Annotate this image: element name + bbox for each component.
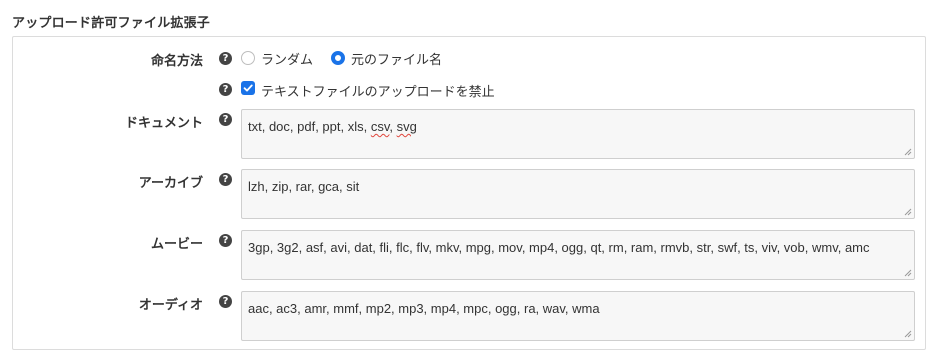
resize-grip-icon[interactable]: [904, 269, 912, 277]
help-icon[interactable]: ?: [219, 234, 232, 247]
movie-extensions-text: 3gp, 3g2, asf, avi, dat, fli, flc, flv, …: [248, 240, 870, 255]
text-ban-label[interactable]: テキストファイルのアップロードを禁止: [261, 81, 495, 100]
naming-label: 命名方法: [150, 53, 203, 68]
help-icon[interactable]: ?: [219, 173, 232, 186]
spellcheck-word: csv: [370, 119, 390, 134]
help-icon[interactable]: ?: [219, 113, 232, 126]
archive-extensions-textarea[interactable]: lzh, zip, rar, gca, sit: [241, 169, 915, 219]
naming-radio-group: ランダム 元のファイル名: [241, 49, 460, 67]
audio-extensions-text: aac, ac3, amr, mmf, mp2, mp3, mp4, mpc, …: [248, 301, 600, 316]
settings-panel: 命名方法 ? ランダム 元のファイル名 ? テキストファイルのアップロードを禁止…: [12, 36, 926, 350]
document-label: ドキュメント: [124, 115, 203, 130]
radio-random-label[interactable]: ランダム: [261, 49, 313, 68]
radio-random[interactable]: [241, 51, 255, 65]
audio-extensions-textarea[interactable]: aac, ac3, amr, mmf, mp2, mp3, mp4, mpc, …: [241, 291, 915, 341]
movie-label: ムービー: [150, 236, 203, 251]
text-ban-checkbox[interactable]: [241, 81, 255, 95]
audio-label: オーディオ: [138, 297, 203, 312]
section-title: アップロード許可ファイル拡張子: [12, 15, 211, 30]
help-icon[interactable]: ?: [219, 295, 232, 308]
help-icon[interactable]: ?: [219, 52, 232, 65]
radio-original-name-label[interactable]: 元のファイル名: [351, 49, 442, 68]
document-extensions-textarea[interactable]: txt, doc, pdf, ppt, xls, csv, svg: [241, 109, 915, 159]
spellcheck-word: svg: [396, 119, 417, 134]
radio-original-name[interactable]: [331, 51, 346, 65]
resize-grip-icon[interactable]: [904, 208, 912, 216]
separator: ,: [389, 119, 397, 134]
checkmark-icon: [243, 84, 253, 92]
help-icon[interactable]: ?: [219, 83, 232, 96]
resize-grip-icon[interactable]: [904, 330, 912, 338]
movie-extensions-textarea[interactable]: 3gp, 3g2, asf, avi, dat, fli, flc, flv, …: [241, 230, 915, 280]
resize-grip-icon[interactable]: [904, 148, 912, 156]
document-extensions-text: txt, doc, pdf, ppt, xls,: [248, 119, 371, 134]
archive-extensions-text: lzh, zip, rar, gca, sit: [248, 179, 360, 194]
archive-label: アーカイブ: [138, 175, 203, 190]
